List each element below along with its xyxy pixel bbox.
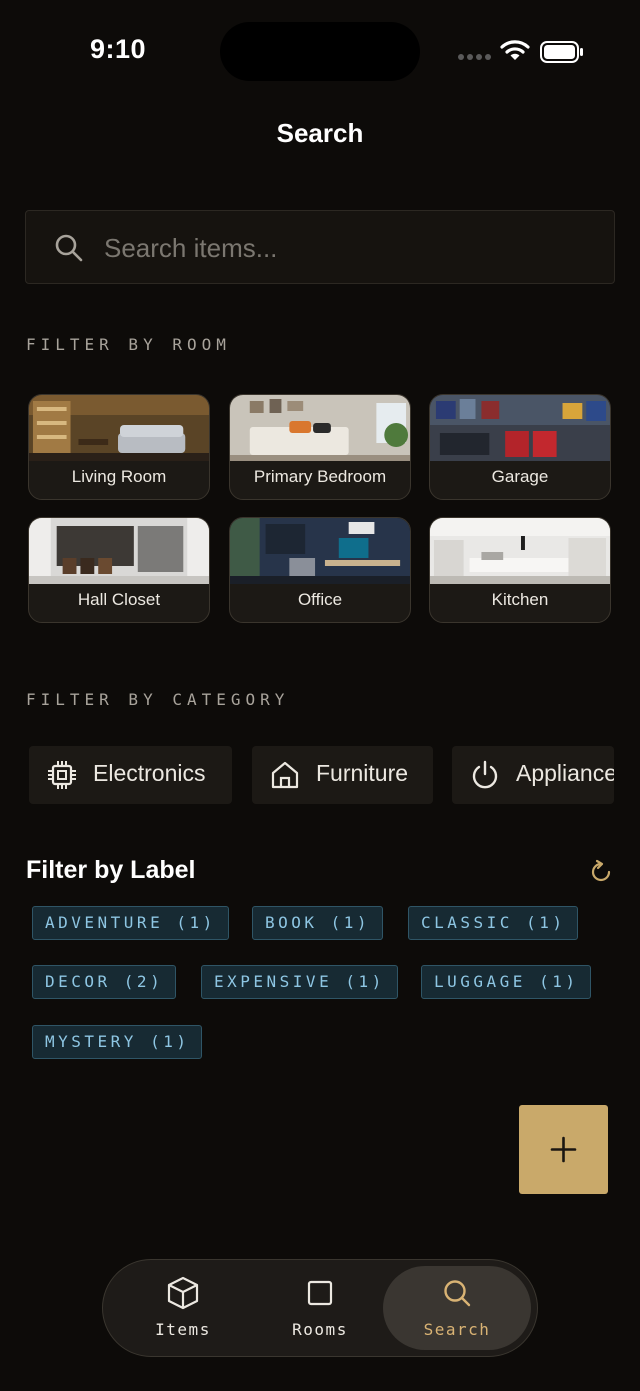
tab-items[interactable]: Items <box>109 1266 257 1350</box>
room-filter-heading: FILTER BY ROOM <box>26 335 231 354</box>
room-label: Hall Closet <box>77 590 161 609</box>
tab-label: Search <box>423 1320 491 1339</box>
room-label: Living Room <box>71 467 167 486</box>
label-filter-heading: Filter by Label <box>26 856 196 884</box>
room-card-office[interactable]: Office <box>229 517 411 623</box>
battery-icon <box>540 41 583 63</box>
tab-label: Items <box>155 1320 211 1339</box>
room-card-hall-closet[interactable]: Hall Closet <box>28 517 210 623</box>
room-photo <box>29 395 209 461</box>
category-label: Appliance <box>516 760 614 786</box>
label-tag-classic[interactable]: CLASSIC (1) <box>408 906 579 940</box>
category-label: Electronics <box>93 760 206 786</box>
room-label: Primary Bedroom <box>253 467 387 486</box>
search-icon <box>444 1280 471 1307</box>
room-label: Office <box>297 590 343 609</box>
category-chip-furniture[interactable]: Furniture <box>252 746 433 804</box>
home-icon <box>271 761 299 789</box>
plus-icon <box>550 1136 577 1163</box>
page-title: Search <box>276 118 364 148</box>
room-card-garage[interactable]: Garage <box>429 394 611 500</box>
category-label: Furniture <box>316 760 409 786</box>
category-chip-appliance[interactable]: Appliance <box>452 746 614 804</box>
add-item-button[interactable] <box>519 1105 608 1194</box>
label-tag-mystery[interactable]: MYSTERY (1) <box>32 1025 203 1059</box>
tab-bar: Items Rooms Search <box>102 1259 538 1357</box>
room-label: Garage <box>491 467 549 486</box>
tab-label: Rooms <box>292 1320 348 1339</box>
label-tag-luggage[interactable]: LUGGAGE (1) <box>421 965 592 999</box>
label-tag-adventure[interactable]: ADVENTURE (1) <box>32 906 229 940</box>
cellular-signal-icon <box>458 54 491 62</box>
room-photo <box>430 518 610 584</box>
room-card-living-room[interactable]: Living Room <box>28 394 210 500</box>
dynamic-island <box>220 22 420 81</box>
power-icon <box>472 760 498 789</box>
box-icon <box>167 1276 199 1310</box>
label-tag-expensive[interactable]: EXPENSIVE (1) <box>201 965 398 999</box>
status-bar: 9:10 <box>0 0 640 100</box>
tab-rooms[interactable]: Rooms <box>246 1266 394 1350</box>
refresh-icon[interactable] <box>588 859 614 885</box>
wifi-icon <box>500 40 530 60</box>
room-card-kitchen[interactable]: Kitchen <box>429 517 611 623</box>
category-filter-heading: FILTER BY CATEGORY <box>26 690 290 709</box>
category-chip-electronics[interactable]: Electronics <box>29 746 232 804</box>
room-label: Kitchen <box>491 590 549 609</box>
label-tag-book[interactable]: BOOK (1) <box>252 906 384 940</box>
search-bar[interactable] <box>25 210 615 284</box>
room-card-primary-bedroom[interactable]: Primary Bedroom <box>229 394 411 500</box>
search-icon <box>55 234 83 262</box>
room-photo <box>230 395 410 461</box>
status-time: 9:10 <box>90 34 147 64</box>
square-icon <box>307 1280 333 1306</box>
chip-icon <box>48 761 76 789</box>
room-photo <box>430 395 610 461</box>
room-photo <box>29 518 209 584</box>
search-input[interactable] <box>104 223 594 273</box>
room-photo <box>230 518 410 584</box>
tab-search[interactable]: Search <box>383 1266 531 1350</box>
label-tag-decor[interactable]: DECOR (2) <box>32 965 177 999</box>
